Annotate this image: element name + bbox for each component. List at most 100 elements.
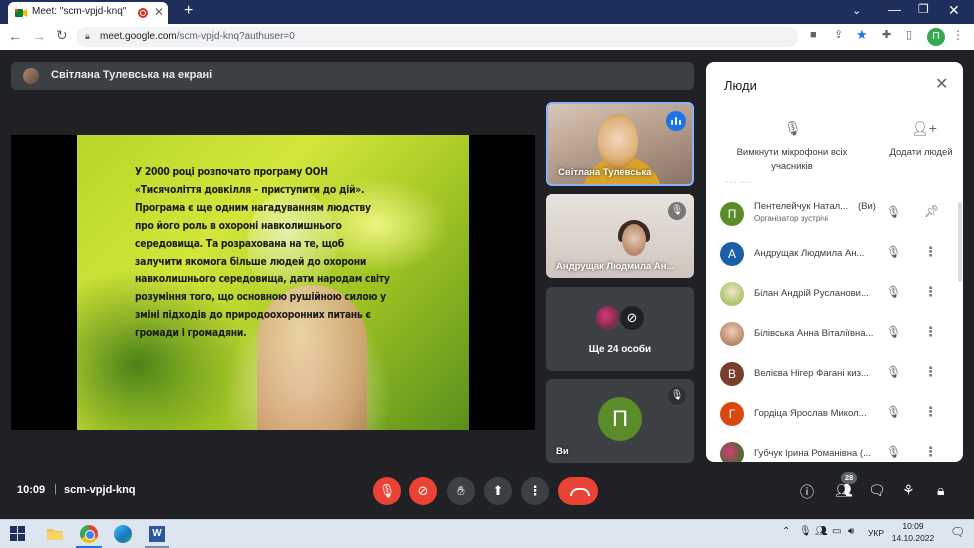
- camera-in-use-icon[interactable]: ■: [810, 29, 817, 41]
- close-icon[interactable]: ✕: [935, 74, 948, 94]
- participant-name: Гордіца Ярослав Микол...: [754, 408, 867, 419]
- extensions-puzzle-icon[interactable]: ✚: [882, 28, 891, 41]
- raise-hand-button[interactable]: ✋︎: [447, 477, 475, 505]
- shared-screen-stage: У 2000 році розпочато програму ООН «Тися…: [11, 135, 535, 430]
- leave-call-button[interactable]: [558, 477, 598, 505]
- participant-row[interactable]: Білівська Анна Віталіївна... 🎙︎ ⋮: [706, 314, 958, 354]
- microphone-off-button[interactable]: 🎙︎: [373, 477, 401, 505]
- people-panel: Люди ✕ 🎙︎ Вимкнути мікрофони всіх учасни…: [706, 62, 963, 462]
- tray-battery-icon[interactable]: ▭: [832, 526, 841, 537]
- participant-name: Світлана Тулевська: [558, 167, 652, 178]
- notifications-icon[interactable]: 🗨︎: [950, 525, 965, 539]
- share-icon[interactable]: ⇪: [834, 28, 843, 41]
- presentation-slide: У 2000 році розпочато програму ООН «Тися…: [77, 135, 469, 430]
- mic-off-icon[interactable]: 🎙︎: [886, 445, 901, 459]
- participant-row[interactable]: П Пентелейчук Натал... (Ви) Організатор …: [706, 194, 958, 234]
- mic-off-icon[interactable]: 🎙︎: [886, 325, 901, 339]
- chat-icon[interactable]: 🗨︎: [868, 482, 886, 499]
- participant-tile-presenter[interactable]: Світлана Тулевська: [546, 102, 694, 186]
- browser-menu-icon[interactable]: ⋮: [952, 28, 964, 42]
- bookmark-star-icon[interactable]: ★: [856, 27, 868, 43]
- add-person-icon[interactable]: 👤︎+: [911, 120, 937, 137]
- mic-off-icon[interactable]: 🎙︎: [886, 205, 901, 219]
- slide-line: Програма є ще одним нагадуванням людству: [135, 200, 371, 214]
- forward-arrow-icon[interactable]: →: [32, 28, 46, 44]
- slide-line: залучити якомога більше людей до охорони: [135, 254, 367, 268]
- presenter-banner: Світлана Тулевська на екрані: [11, 62, 694, 90]
- tab-search-icon[interactable]: ⌄: [852, 4, 861, 17]
- participant-row[interactable]: Губчук Ірина Романівна (... 🎙︎ ⋮: [706, 434, 958, 462]
- tray-people-icon[interactable]: 👥︎: [815, 526, 828, 537]
- host-controls-icon[interactable]: 🔒︎: [937, 482, 944, 499]
- lock-icon[interactable]: 🔒︎: [85, 31, 90, 42]
- more-options-icon[interactable]: ⋮: [924, 284, 937, 300]
- activities-icon[interactable]: ⚘: [902, 482, 915, 499]
- chrome-taskbar-icon[interactable]: [80, 525, 98, 543]
- mic-off-icon: 🎙︎: [668, 202, 686, 220]
- more-options-button[interactable]: ⋮: [521, 477, 549, 505]
- camera-off-icon: ⊘: [618, 304, 646, 332]
- tray-date[interactable]: 14.10.2022: [888, 533, 938, 543]
- presenter-avatar: [23, 68, 39, 84]
- section-header-cut: ᐧᐧᐧᐧᐧ ᐧᐧᐧᐧᐧ: [724, 178, 753, 187]
- mute-all-icon[interactable]: 🎙︎: [784, 120, 802, 137]
- back-arrow-icon[interactable]: ←: [8, 28, 22, 44]
- more-options-icon[interactable]: ⋮: [924, 324, 937, 340]
- profile-avatar[interactable]: П: [927, 28, 945, 46]
- slide-line: громади і громадяни.: [135, 326, 247, 340]
- mic-off-icon[interactable]: 🎙︎: [886, 245, 901, 259]
- pin-icon[interactable]: 📌︎: [924, 204, 939, 218]
- word-taskbar-icon[interactable]: W: [149, 526, 165, 542]
- participant-name: Велієва Нігер Фагані киз...: [754, 368, 869, 379]
- present-screen-button[interactable]: ⬆: [484, 477, 512, 505]
- slide-line: «Тисячоліття довкілля – приступити до ді…: [135, 182, 365, 196]
- more-options-icon[interactable]: ⋮: [924, 244, 937, 260]
- tray-language[interactable]: УКР: [868, 528, 884, 538]
- url-path: /scm-vpjd-knq?authuser=0: [176, 31, 295, 42]
- tray-volume-icon[interactable]: 🔊︎: [848, 526, 854, 537]
- file-explorer-icon[interactable]: [46, 526, 64, 544]
- more-options-icon[interactable]: ⋮: [924, 444, 937, 460]
- mic-off-icon[interactable]: 🎙︎: [886, 365, 901, 379]
- self-tile[interactable]: П 🎙︎ Ви: [546, 379, 694, 463]
- window-minimize-button[interactable]: —: [888, 2, 901, 17]
- participant-avatar: [720, 442, 744, 462]
- tab-close-icon[interactable]: ✕: [154, 5, 164, 19]
- panel-scrollbar[interactable]: [958, 202, 962, 282]
- camera-off-button[interactable]: ⊘: [409, 477, 437, 505]
- windows-start-icon[interactable]: [10, 526, 25, 541]
- speaking-indicator-icon: [666, 111, 686, 131]
- participant-row[interactable]: А Андрущак Людмила Ан... 🎙︎ ⋮: [706, 234, 958, 274]
- new-tab-button[interactable]: +: [184, 2, 193, 20]
- more-participants-tile[interactable]: ⊘ Ще 24 особи: [546, 287, 694, 371]
- browser-tab-meet[interactable]: Meet: "scm-vpjd-knq" ✕: [8, 2, 168, 24]
- add-people-button[interactable]: Додати людей: [886, 146, 956, 160]
- slide-line: розуміння того, що основною рушійною сил…: [135, 290, 386, 304]
- tray-overflow-icon[interactable]: ⌃: [782, 526, 790, 537]
- participant-name: Андрущак Людмила Ан...: [556, 261, 675, 272]
- meeting-details-icon[interactable]: ⓘ: [800, 482, 814, 502]
- participant-row[interactable]: В Велієва Нігер Фагані киз... 🎙︎ ⋮: [706, 354, 958, 394]
- side-panel-icon[interactable]: ▯: [906, 28, 912, 41]
- slide-line: середовища. Та розрахована на те, щоб: [135, 236, 344, 250]
- address-bar[interactable]: 🔒︎ meet.google.com/scm-vpjd-knq?authuser…: [76, 27, 798, 47]
- participant-avatar: А: [720, 242, 744, 266]
- more-options-icon[interactable]: ⋮: [924, 364, 937, 380]
- edge-taskbar-icon[interactable]: [114, 525, 132, 543]
- mic-off-icon[interactable]: 🎙︎: [886, 285, 901, 299]
- tray-microphone-icon[interactable]: 🎙︎: [799, 526, 812, 537]
- meeting-clock: 10:09: [17, 484, 46, 496]
- participant-row[interactable]: Білан Андрій Русланови... 🎙︎ ⋮: [706, 274, 958, 314]
- people-icon[interactable]: 👥︎: [835, 482, 853, 499]
- window-restore-button[interactable]: ❐: [918, 2, 929, 16]
- meeting-code: scm-vpjd-knq: [64, 484, 136, 496]
- url-text: meet.google.com/scm-vpjd-knq?authuser=0: [100, 31, 295, 42]
- tray-time[interactable]: 10:09: [898, 521, 928, 531]
- reload-icon[interactable]: ↻: [56, 27, 68, 44]
- mute-all-button[interactable]: Вимкнути мікрофони всіх учасників: [724, 146, 860, 174]
- participant-row[interactable]: Г Гордіца Ярослав Микол... 🎙︎ ⋮: [706, 394, 958, 434]
- window-close-button[interactable]: ✕: [948, 2, 960, 19]
- more-options-icon[interactable]: ⋮: [924, 404, 937, 420]
- mic-off-icon[interactable]: 🎙︎: [886, 405, 901, 419]
- participant-tile[interactable]: 🎙︎ Андрущак Людмила Ан...: [546, 194, 694, 278]
